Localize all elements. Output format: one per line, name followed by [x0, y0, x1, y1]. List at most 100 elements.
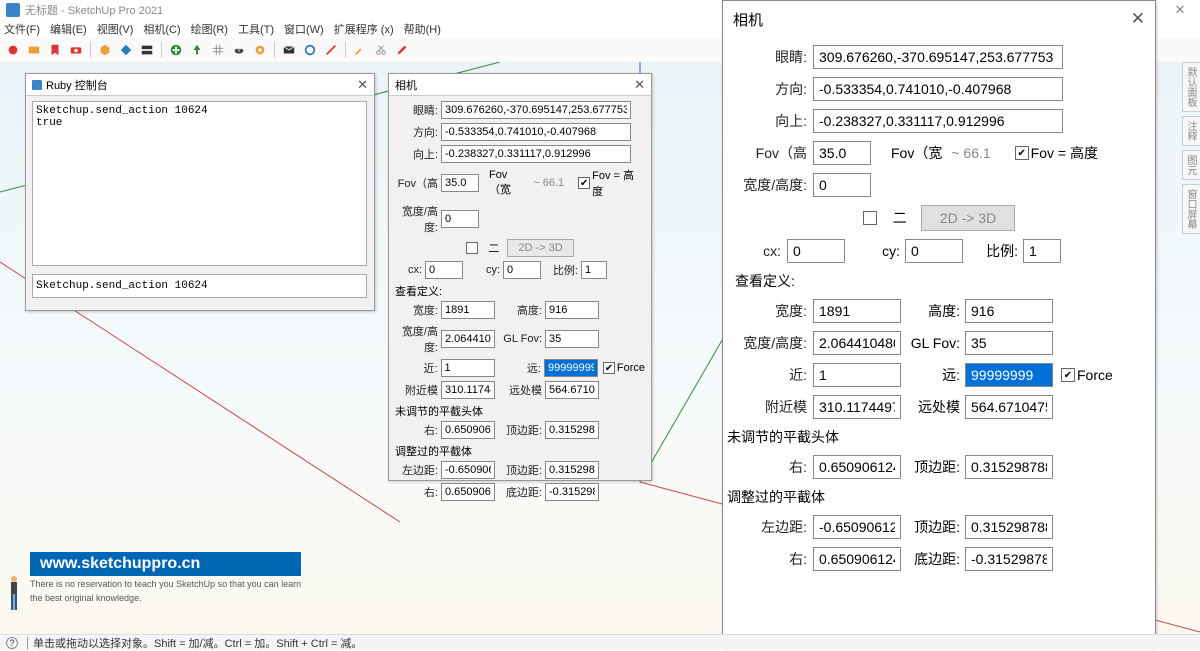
glfov-input[interactable]: [545, 330, 599, 348]
folder-icon[interactable]: [25, 41, 43, 59]
layers-icon[interactable]: [138, 41, 156, 59]
height-input[interactable]: [545, 301, 599, 319]
width-input[interactable]: [813, 299, 901, 323]
un-top-input[interactable]: [545, 421, 599, 439]
watermark-url: www.sketchuppro.cn: [30, 552, 301, 576]
un-top-input[interactable]: [965, 455, 1053, 479]
menu-draw[interactable]: 绘图(R): [191, 21, 228, 37]
menu-camera[interactable]: 相机(C): [143, 21, 180, 37]
status-bar: ? 单击或拖动以选择对象。Shift = 加/减。Ctrl = 加。Shift …: [0, 634, 1200, 650]
force-checkbox[interactable]: ✔: [1061, 368, 1075, 382]
diamond-blue-icon[interactable]: [117, 41, 135, 59]
aspect2-input[interactable]: [813, 331, 901, 355]
ratio-input[interactable]: [1023, 239, 1061, 263]
adj-top-input[interactable]: [545, 461, 599, 479]
two-checkbox[interactable]: [466, 242, 478, 254]
menu-view[interactable]: 视图(V): [97, 21, 134, 37]
cube-yellow-icon[interactable]: [96, 41, 114, 59]
right-tab-entities[interactable]: 图元: [1182, 150, 1200, 180]
cy-input[interactable]: [905, 239, 963, 263]
cy-input[interactable]: [503, 261, 541, 279]
cloud-up-icon[interactable]: [230, 41, 248, 59]
cx-input[interactable]: [425, 261, 463, 279]
right-tab-screen[interactable]: 窗口屏幕: [1182, 184, 1200, 234]
scissors-icon[interactable]: [372, 41, 390, 59]
un-right-input[interactable]: [813, 455, 901, 479]
mail-icon[interactable]: [280, 41, 298, 59]
help-icon[interactable]: ?: [6, 637, 18, 649]
menu-help[interactable]: 帮助(H): [404, 21, 441, 37]
cx-input[interactable]: [787, 239, 845, 263]
ratio-input[interactable]: [581, 261, 607, 279]
direction-input[interactable]: [441, 123, 631, 141]
nearmode-input[interactable]: [813, 395, 901, 419]
farmode-input[interactable]: [965, 395, 1053, 419]
ruby-input[interactable]: [32, 274, 367, 298]
far-input[interactable]: [965, 363, 1053, 387]
wrench-icon[interactable]: [351, 41, 369, 59]
status-text: 单击或拖动以选择对象。Shift = 加/减。Ctrl = 加。Shift + …: [33, 635, 362, 651]
camera-panel-large[interactable]: 相机✕ 眼睛: 方向: 向上: Fov（高 Fov（宽~ 66.1 ✔Fov =…: [722, 0, 1156, 648]
adj-right-input[interactable]: [813, 547, 901, 571]
settings-orange-icon[interactable]: [251, 41, 269, 59]
ruby-output[interactable]: Sketchup.send_action 10624 true: [32, 101, 367, 266]
fovh-input[interactable]: [441, 174, 479, 192]
gear-red-icon[interactable]: [4, 41, 22, 59]
close-button[interactable]: ✕: [1160, 0, 1200, 20]
up-input[interactable]: [441, 145, 631, 163]
figure-icon: [5, 574, 23, 614]
line-red-icon[interactable]: [322, 41, 340, 59]
foveq-checkbox[interactable]: ✔: [1015, 146, 1029, 160]
watermark: www.sketchuppro.cn There is no reservati…: [30, 552, 301, 604]
menu-file[interactable]: 文件(F): [4, 21, 40, 37]
height-input[interactable]: [965, 299, 1053, 323]
brush-icon[interactable]: [393, 41, 411, 59]
camera-icon[interactable]: [67, 41, 85, 59]
near-input[interactable]: [813, 363, 901, 387]
adj-top-input[interactable]: [965, 515, 1053, 539]
to3d-button[interactable]: 2D -> 3D: [921, 205, 1015, 231]
menu-ext[interactable]: 扩展程序 (x): [334, 21, 394, 37]
right-tab-notes[interactable]: 注释: [1182, 116, 1200, 146]
eye-input[interactable]: [813, 45, 1063, 69]
camera-title: 相机: [733, 9, 763, 30]
direction-input[interactable]: [813, 77, 1063, 101]
aspect-input[interactable]: [441, 210, 479, 228]
force-checkbox[interactable]: ✔: [603, 362, 615, 374]
width-input[interactable]: [441, 301, 495, 319]
fovh-input[interactable]: [813, 141, 871, 165]
nearmode-input[interactable]: [441, 381, 495, 399]
adj-bot-input[interactable]: [545, 483, 599, 501]
menu-window[interactable]: 窗口(W): [284, 21, 324, 37]
adj-bot-input[interactable]: [965, 547, 1053, 571]
near-input[interactable]: [441, 359, 495, 377]
aspect-input[interactable]: [813, 173, 871, 197]
adj-left-input[interactable]: [441, 461, 495, 479]
glfov-input[interactable]: [965, 331, 1053, 355]
menu-tools[interactable]: 工具(T): [238, 21, 274, 37]
tree-icon[interactable]: [188, 41, 206, 59]
close-icon[interactable]: ✕: [1131, 9, 1145, 29]
un-right-input[interactable]: [441, 421, 495, 439]
menu-edit[interactable]: 编辑(E): [50, 21, 87, 37]
two-checkbox[interactable]: [863, 211, 877, 225]
close-icon[interactable]: ✕: [357, 77, 368, 93]
close-icon[interactable]: ✕: [634, 77, 645, 93]
camera-panel-small[interactable]: 相机✕ 眼睛: 方向: 向上: Fov（高 Fov（宽~ 66.1 ✔Fov =…: [388, 73, 652, 481]
adj-left-input[interactable]: [813, 515, 901, 539]
plus-green-icon[interactable]: [167, 41, 185, 59]
bookmark-icon[interactable]: [46, 41, 64, 59]
right-tab-default[interactable]: 默认面板: [1182, 62, 1200, 112]
ruby-console[interactable]: Ruby 控制台 ✕ Sketchup.send_action 10624 tr…: [25, 73, 375, 311]
far-input[interactable]: [544, 359, 598, 377]
to3d-button[interactable]: 2D -> 3D: [507, 239, 573, 257]
farmode-input[interactable]: [545, 381, 599, 399]
adj-right-input[interactable]: [441, 483, 495, 501]
aspect2-input[interactable]: [441, 330, 495, 348]
up-input[interactable]: [813, 109, 1063, 133]
eye-input[interactable]: [441, 101, 631, 119]
grid-icon[interactable]: [209, 41, 227, 59]
app-title: 无标题 - SketchUp Pro 2021: [25, 2, 163, 18]
foveq-checkbox[interactable]: ✔: [578, 177, 590, 189]
circle-blue-icon[interactable]: [301, 41, 319, 59]
